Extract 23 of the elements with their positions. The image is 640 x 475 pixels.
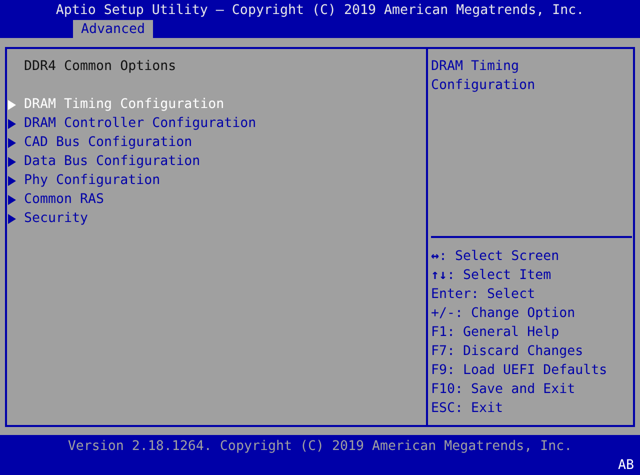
version-text: Version 2.18.1264. Copyright (C) 2019 American Megatrends, Inc. — [68, 438, 572, 456]
menu-item[interactable]: CAD Bus Configuration — [7, 133, 426, 152]
help-text: Configuration — [431, 77, 536, 95]
menu-item[interactable]: DRAM Controller Configuration — [7, 114, 426, 133]
section-heading: DDR4 Common Options — [23, 58, 178, 76]
key-hint: F1: General Help — [431, 324, 560, 342]
key-hint: F10: Save and Exit — [431, 381, 576, 399]
menu-item[interactable]: Common RAS — [7, 190, 426, 209]
key-hint: ESC: Exit — [431, 400, 504, 418]
menu-item[interactable]: DRAM Timing Configuration — [7, 95, 426, 114]
key-hint: ↑↓: Select Item — [431, 267, 552, 285]
key-hint: F9: Load UEFI Defaults — [431, 362, 608, 380]
key-hint: ↔: Select Screen — [431, 248, 560, 266]
help-text: DRAM Timing — [431, 58, 520, 76]
menu-item[interactable]: Security — [7, 209, 426, 228]
menu-item[interactable]: Phy Configuration — [7, 171, 426, 190]
key-hint: +/-: Change Option — [431, 305, 576, 323]
keyboard-layout-label: AB — [618, 457, 635, 475]
key-hint: F7: Discard Changes — [431, 343, 584, 361]
menu-item[interactable]: Data Bus Configuration — [7, 152, 426, 171]
tab[interactable]: Advanced — [73, 20, 154, 38]
key-hint: Enter: Select — [431, 286, 536, 304]
window-title: Aptio Setup Utility – Copyright (C) 2019 American Megatrends, Inc. — [56, 2, 584, 20]
